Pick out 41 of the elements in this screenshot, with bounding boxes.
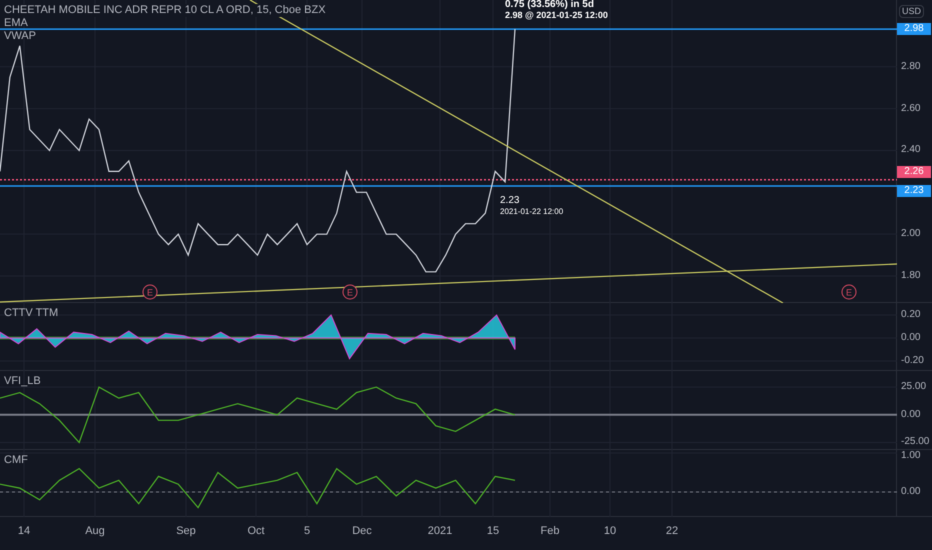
axis-label: 25.00 [901,381,926,394]
axis-label: 1.80 [901,270,920,282]
price-tag: 2.26 [897,166,931,178]
indicator-label: VWAP [4,30,36,43]
axis-label: 0.20 [901,308,920,321]
price-tag: 2.98 [897,23,931,36]
price-marker: 2.23 [500,195,520,206]
earnings-marker: E [142,284,158,300]
axis-label: 1.00 [901,450,920,462]
axis-label: -0.20 [901,354,924,367]
earnings-marker: E [842,284,856,300]
time-label: Dec [352,525,372,538]
axis-label: 0.00 [901,486,920,498]
axis-label: 2.40 [901,144,920,156]
pane-title: CTTV TTM [4,307,58,320]
measure-change: 0.75 (33.56%) in 5d [505,0,594,10]
earnings-marker: E [342,284,358,300]
axis-label: 2.60 [901,102,920,115]
axis-label: -25.00 [901,436,930,448]
symbol-title: CHEETAH MOBILE INC ADR REPR 10 CL A ORD, 15, Cboe BZX [4,4,326,17]
measure-target: 2.98 @ 2021-01-25 12:00 [505,10,608,21]
time-label: 10 [604,525,616,538]
marker-time: 2021-01-22 12:00 [500,207,564,217]
currency-label: USD [899,5,924,18]
price-tag: 2.23 [897,185,931,198]
axis-label: 2.80 [901,60,920,73]
axis-label: 0.00 [901,332,920,344]
time-label: 14 [18,525,30,538]
indicator-label: EMA [4,17,28,30]
time-label: 2021 [428,525,452,538]
axis-label: 2.00 [901,228,920,240]
time-label: 22 [666,525,678,538]
time-label: Feb [540,525,560,538]
time-label: Sep [176,525,196,538]
pane-title: CMF [4,454,28,467]
time-label: 5 [304,525,310,538]
pane-title: VFI_LB [4,375,41,388]
time-label: Oct [247,525,265,538]
time-label: 15 [486,525,500,538]
axis-label: 0.00 [901,408,920,421]
time-label: Aug [85,525,105,538]
